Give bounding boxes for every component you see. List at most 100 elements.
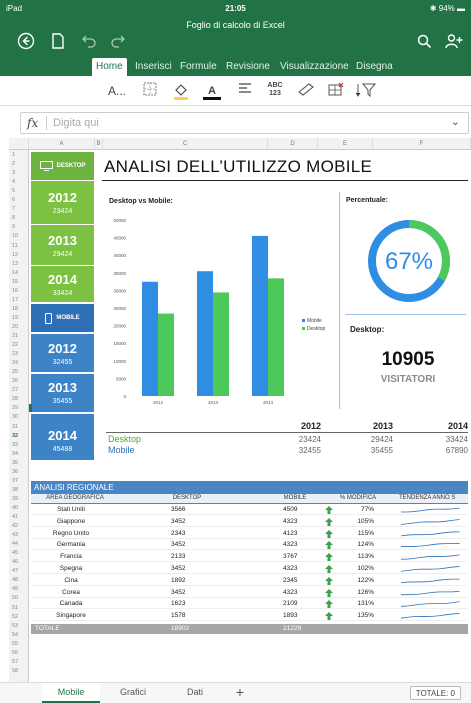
fill-color-icon[interactable] xyxy=(172,82,190,100)
row-header[interactable]: 39 xyxy=(9,496,29,503)
file-icon[interactable] xyxy=(48,31,68,51)
row-header[interactable]: 40 xyxy=(9,505,29,512)
table-row[interactable]: Corea 3452 4323 126% xyxy=(31,588,468,598)
number-format-icon[interactable]: ABC 123 xyxy=(266,82,284,100)
table-row[interactable]: Germania 3452 4323 124% xyxy=(31,540,468,551)
row-header[interactable]: 44 xyxy=(9,541,29,548)
align-icon[interactable] xyxy=(236,82,254,100)
row-header[interactable]: 18 xyxy=(9,306,29,313)
row-header[interactable]: 22 xyxy=(9,342,29,349)
chevron-down-icon[interactable]: ⌄ xyxy=(451,115,460,128)
select-all-corner[interactable] xyxy=(9,138,29,150)
row-header[interactable]: 13 xyxy=(9,261,29,268)
row-header[interactable]: 49 xyxy=(9,586,29,593)
row-header[interactable]: 25 xyxy=(9,369,29,376)
table-row[interactable]: Singapore 1578 1893 135% xyxy=(31,611,468,622)
row-header[interactable]: 41 xyxy=(9,514,29,521)
row-header[interactable]: 52 xyxy=(9,614,29,621)
formula-input[interactable]: Digita qui xyxy=(53,117,99,129)
row-header[interactable]: 3 xyxy=(9,170,29,177)
row-header[interactable]: 19 xyxy=(9,315,29,322)
row-header[interactable]: 56 xyxy=(9,650,29,657)
back-icon[interactable] xyxy=(16,31,36,51)
row-header[interactable]: 38 xyxy=(9,487,29,494)
row-header[interactable]: 46 xyxy=(9,559,29,566)
row-header[interactable]: 28 xyxy=(9,396,29,403)
row-header[interactable]: 17 xyxy=(9,297,29,304)
row-header[interactable]: 32 xyxy=(9,433,29,440)
row-header[interactable]: 50 xyxy=(9,595,29,602)
row-header[interactable]: 33 xyxy=(9,442,29,449)
tab-inserisci[interactable]: Inserisci xyxy=(131,58,176,76)
bar-desktop-2013[interactable] xyxy=(213,292,229,396)
sheet-tab-mobile[interactable]: Mobile xyxy=(42,683,100,703)
bar-mobile-2012[interactable] xyxy=(142,281,158,396)
row-header[interactable]: 2 xyxy=(9,161,29,168)
tab-revisione[interactable]: Revisione xyxy=(222,58,274,76)
bar-desktop-2014[interactable] xyxy=(268,278,284,396)
column-header-c[interactable]: C xyxy=(103,138,268,150)
row-header[interactable]: 51 xyxy=(9,605,29,612)
borders-icon[interactable] xyxy=(141,82,159,100)
row-header[interactable]: 5 xyxy=(9,188,29,195)
column-header-f[interactable]: F xyxy=(373,138,471,150)
search-icon[interactable] xyxy=(414,31,434,51)
cell-styles-icon[interactable] xyxy=(297,82,315,100)
share-user-icon[interactable] xyxy=(444,31,464,51)
tab-formule[interactable]: Formule xyxy=(176,58,221,76)
row-header[interactable]: 48 xyxy=(9,577,29,584)
row-header[interactable]: 21 xyxy=(9,333,29,340)
row-header[interactable]: 42 xyxy=(9,523,29,530)
sheet-tab-grafici[interactable]: Grafici xyxy=(104,683,162,703)
row-header[interactable]: 8 xyxy=(9,215,29,222)
row-header[interactable]: 20 xyxy=(9,324,29,331)
row-header[interactable]: 45 xyxy=(9,550,29,557)
bar-mobile-2014[interactable] xyxy=(252,235,268,396)
table-row[interactable]: Regno Unito 2343 4123 115% xyxy=(31,529,468,539)
row-header[interactable]: 57 xyxy=(9,659,29,666)
row-header[interactable]: 27 xyxy=(9,387,29,394)
table-row[interactable]: Spegna 3452 4323 102% xyxy=(31,564,468,574)
row-header[interactable]: 35 xyxy=(9,460,29,467)
add-sheet-button[interactable]: + xyxy=(228,683,252,703)
row-header[interactable]: 31 xyxy=(9,424,29,431)
row-header[interactable]: 43 xyxy=(9,532,29,539)
table-row[interactable]: Cina 1892 2345 122% xyxy=(31,576,468,586)
row-header[interactable]: 11 xyxy=(9,243,29,250)
row-header[interactable]: 29 xyxy=(9,405,29,412)
sort-filter-icon[interactable] xyxy=(355,82,377,100)
tab-home[interactable]: Home xyxy=(92,58,127,76)
row-header[interactable]: 58 xyxy=(9,668,29,675)
status-total[interactable]: TOTALE: 0 xyxy=(409,686,461,700)
undo-icon[interactable] xyxy=(79,31,99,51)
row-header[interactable]: 23 xyxy=(9,351,29,358)
row-header[interactable]: 6 xyxy=(9,197,29,204)
row-header[interactable]: 24 xyxy=(9,360,29,367)
row-header[interactable]: 37 xyxy=(9,478,29,485)
row-header[interactable]: 12 xyxy=(9,252,29,259)
column-header-e[interactable]: E xyxy=(318,138,373,150)
formula-bar[interactable]: fx Digita qui ⌄ xyxy=(20,112,469,134)
column-header-b[interactable]: B xyxy=(95,138,103,150)
sheet-tab-dati[interactable]: Dati xyxy=(166,683,224,703)
tab-visualizzazione[interactable]: Visualizzazione xyxy=(276,58,353,76)
table-row[interactable]: Stati Uniti 3566 4509 77% xyxy=(31,505,468,515)
row-header[interactable]: 14 xyxy=(9,270,29,277)
row-header[interactable]: 34 xyxy=(9,451,29,458)
row-header[interactable]: 15 xyxy=(9,279,29,286)
bar-mobile-2013[interactable] xyxy=(197,271,213,396)
tab-disegna[interactable]: Disegna xyxy=(352,58,397,76)
row-header[interactable]: 10 xyxy=(9,233,29,240)
row-header[interactable]: 55 xyxy=(9,641,29,648)
font-color-button[interactable]: A xyxy=(203,82,221,100)
row-header[interactable]: 1 xyxy=(9,152,29,159)
table-row[interactable]: Francia 2133 3767 113% xyxy=(31,552,468,563)
row-header[interactable]: 16 xyxy=(9,288,29,295)
row-header[interactable]: 54 xyxy=(9,632,29,639)
row-header[interactable]: 26 xyxy=(9,378,29,385)
row-header[interactable]: 53 xyxy=(9,623,29,630)
row-header[interactable]: 9 xyxy=(9,224,29,231)
row-header[interactable]: 4 xyxy=(9,179,29,186)
font-button[interactable]: A... xyxy=(108,82,126,100)
row-header[interactable]: 47 xyxy=(9,568,29,575)
